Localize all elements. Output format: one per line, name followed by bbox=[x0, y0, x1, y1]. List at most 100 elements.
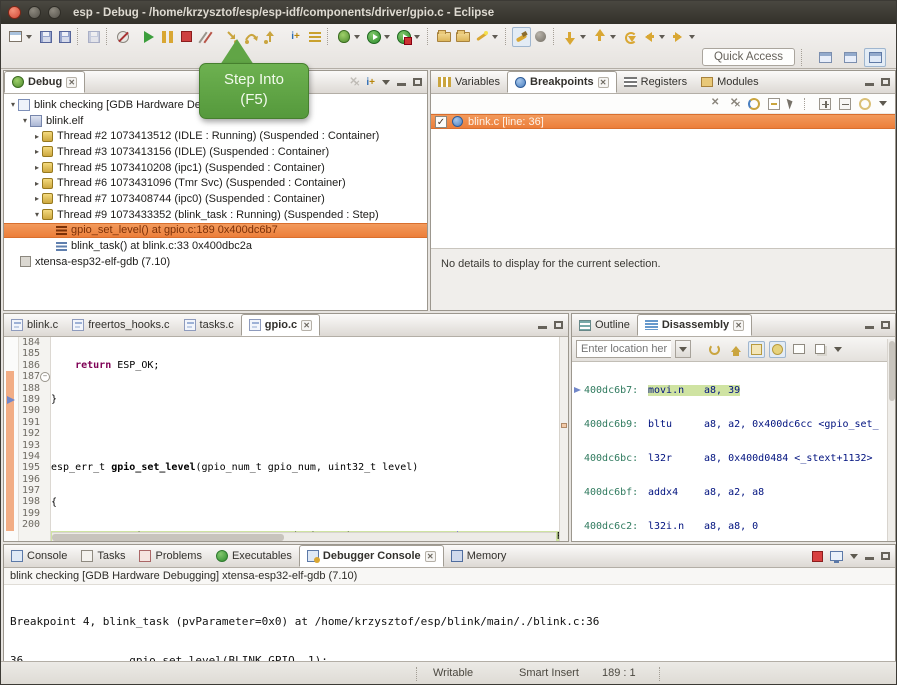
close-icon[interactable] bbox=[733, 320, 744, 331]
remove-breakpoint-icon[interactable] bbox=[710, 98, 721, 109]
debug-tree-item[interactable]: Thread #6 1073431096 (Tmr Svc) (Suspende… bbox=[4, 175, 427, 191]
console-dropdown-icon[interactable] bbox=[850, 554, 858, 559]
tab-console[interactable]: Console bbox=[4, 545, 74, 567]
next-annotation-button[interactable] bbox=[560, 27, 579, 47]
disassembly-row[interactable]: 400dc6c2:l32i.na8, a8, 0 bbox=[572, 521, 895, 532]
tab-memory[interactable]: Memory bbox=[444, 545, 514, 567]
collapse-all-icon[interactable] bbox=[839, 98, 851, 110]
code-area[interactable]: return ESP_OK; } esp_err_t gpio_set_leve… bbox=[51, 337, 559, 541]
maximize-icon[interactable] bbox=[413, 78, 422, 86]
tab-disassembly[interactable]: Disassembly bbox=[637, 314, 752, 336]
location-input[interactable] bbox=[576, 340, 671, 358]
mark-occurrences-button[interactable] bbox=[512, 27, 531, 47]
close-icon[interactable] bbox=[301, 320, 312, 331]
overview-ruler[interactable] bbox=[559, 337, 568, 541]
open-new-view-button[interactable] bbox=[790, 341, 807, 358]
tab-gpio-c[interactable]: gpio.c bbox=[241, 314, 320, 336]
debug-tree-item[interactable]: Thread #3 1073413156 (IDLE) (Suspended :… bbox=[4, 144, 427, 160]
expander-icon[interactable] bbox=[32, 147, 42, 156]
search-button[interactable] bbox=[472, 27, 491, 47]
expander-icon[interactable] bbox=[20, 116, 30, 125]
search-dropdown[interactable] bbox=[492, 35, 498, 39]
instruction-stepping-button[interactable]: i+ bbox=[286, 27, 305, 47]
location-dropdown[interactable] bbox=[675, 340, 691, 358]
minimize-icon[interactable] bbox=[538, 326, 547, 329]
disassembly-row-current[interactable]: 400dc6b7:movi.na8, 39 bbox=[572, 385, 895, 396]
tab-executables[interactable]: Executables bbox=[209, 545, 299, 567]
expander-icon[interactable] bbox=[32, 163, 42, 172]
use-step-filters-button[interactable] bbox=[305, 27, 324, 47]
view-menu-icon[interactable] bbox=[382, 80, 390, 85]
minimize-icon[interactable] bbox=[865, 326, 874, 329]
minimize-icon[interactable] bbox=[865, 83, 874, 86]
display-console-icon[interactable] bbox=[830, 551, 843, 561]
code-editor[interactable]: 184 185 186 187 188 189 190 191 192 193 … bbox=[4, 337, 568, 541]
close-icon[interactable] bbox=[598, 77, 609, 88]
window-close-button[interactable] bbox=[8, 6, 21, 19]
expand-all-icon[interactable] bbox=[819, 98, 831, 110]
quick-access-button[interactable]: Quick Access bbox=[702, 48, 795, 66]
remove-all-terminated-icon[interactable] bbox=[348, 77, 359, 88]
external-tools-dropdown[interactable] bbox=[414, 35, 420, 39]
view-menu-icon[interactable] bbox=[879, 101, 887, 106]
minimize-icon[interactable] bbox=[865, 557, 874, 560]
run-button[interactable] bbox=[364, 27, 383, 47]
tab-tasks-c[interactable]: tasks.c bbox=[177, 314, 241, 336]
disassembly-row[interactable]: 400dc6bc:l32ra8, 0x400d0484 <_stext+1132… bbox=[572, 453, 895, 464]
window-minimize-button[interactable] bbox=[28, 6, 41, 19]
maximize-icon[interactable] bbox=[881, 321, 890, 329]
tab-blink-c[interactable]: blink.c bbox=[4, 314, 65, 336]
stack-frame-item[interactable]: blink_task() at blink.c:33 0x400dbc2a bbox=[4, 238, 427, 254]
maximize-icon[interactable] bbox=[881, 552, 890, 560]
debug-tree-item[interactable]: Thread #5 1073410208 (ipc1) (Suspended :… bbox=[4, 160, 427, 176]
previous-annotation-dropdown[interactable] bbox=[610, 35, 616, 39]
tab-debugger-console[interactable]: Debugger Console bbox=[299, 545, 444, 567]
expander-icon[interactable] bbox=[32, 210, 42, 219]
tab-problems[interactable]: Problems bbox=[132, 545, 208, 567]
debug-perspective-button[interactable] bbox=[864, 48, 886, 67]
open-perspective-button[interactable] bbox=[814, 48, 836, 67]
stack-frame-item-selected[interactable]: gpio_set_level() at gpio.c:189 0x400dc6b… bbox=[4, 223, 427, 239]
remove-all-breakpoints-icon[interactable] bbox=[729, 98, 740, 109]
copy-view-button[interactable] bbox=[811, 341, 828, 358]
debug-tree-item[interactable]: Thread #9 1073433352 (blink_task : Runni… bbox=[4, 207, 427, 223]
annotation-ruler[interactable] bbox=[4, 337, 19, 541]
skip-all-icon[interactable] bbox=[787, 98, 795, 110]
tab-tasks[interactable]: Tasks bbox=[74, 545, 132, 567]
tab-breakpoints[interactable]: Breakpoints bbox=[507, 71, 617, 93]
tab-debug[interactable]: Debug bbox=[4, 71, 85, 93]
back-button[interactable] bbox=[639, 27, 658, 47]
tab-registers[interactable]: Registers bbox=[617, 71, 694, 93]
maximize-icon[interactable] bbox=[554, 321, 563, 329]
show-source-button[interactable] bbox=[748, 341, 765, 358]
run-dropdown[interactable] bbox=[384, 35, 390, 39]
resume-button[interactable] bbox=[139, 27, 158, 47]
close-icon[interactable] bbox=[425, 551, 436, 562]
open-resource-button[interactable] bbox=[453, 27, 472, 47]
debug-dropdown[interactable] bbox=[354, 35, 360, 39]
close-icon[interactable] bbox=[66, 77, 77, 88]
forward-dropdown[interactable] bbox=[689, 35, 695, 39]
vertical-scrollbar[interactable] bbox=[887, 339, 895, 541]
disconnect-button[interactable] bbox=[196, 27, 215, 47]
last-edit-location-button[interactable] bbox=[620, 27, 639, 47]
breakpoint-item[interactable]: blink.c [line: 36] bbox=[431, 114, 895, 129]
expander-icon[interactable] bbox=[8, 100, 18, 109]
suspend-button[interactable] bbox=[158, 27, 177, 47]
forward-button[interactable] bbox=[669, 27, 688, 47]
open-element-button[interactable] bbox=[434, 27, 453, 47]
previous-annotation-button[interactable] bbox=[590, 27, 609, 47]
terminate-icon[interactable] bbox=[812, 551, 823, 562]
new-wizard-dropdown[interactable] bbox=[26, 35, 32, 39]
debug-button[interactable] bbox=[334, 27, 353, 47]
track-pc-button[interactable] bbox=[769, 341, 786, 358]
next-annotation-dropdown[interactable] bbox=[580, 35, 586, 39]
skip-all-breakpoints-button[interactable] bbox=[113, 27, 132, 47]
disassembly-row[interactable]: 400dc6bf:addx4a8, a2, a8 bbox=[572, 487, 895, 498]
go-to-file-icon[interactable] bbox=[768, 98, 780, 110]
tab-freertos-hooks-c[interactable]: freertos_hooks.c bbox=[65, 314, 176, 336]
show-supported-breakpoints-icon[interactable] bbox=[748, 98, 760, 110]
expander-icon[interactable] bbox=[32, 132, 42, 141]
save-button[interactable] bbox=[36, 27, 55, 47]
debug-tree-item[interactable]: Thread #2 1073413512 (IDLE : Running) (S… bbox=[4, 128, 427, 144]
